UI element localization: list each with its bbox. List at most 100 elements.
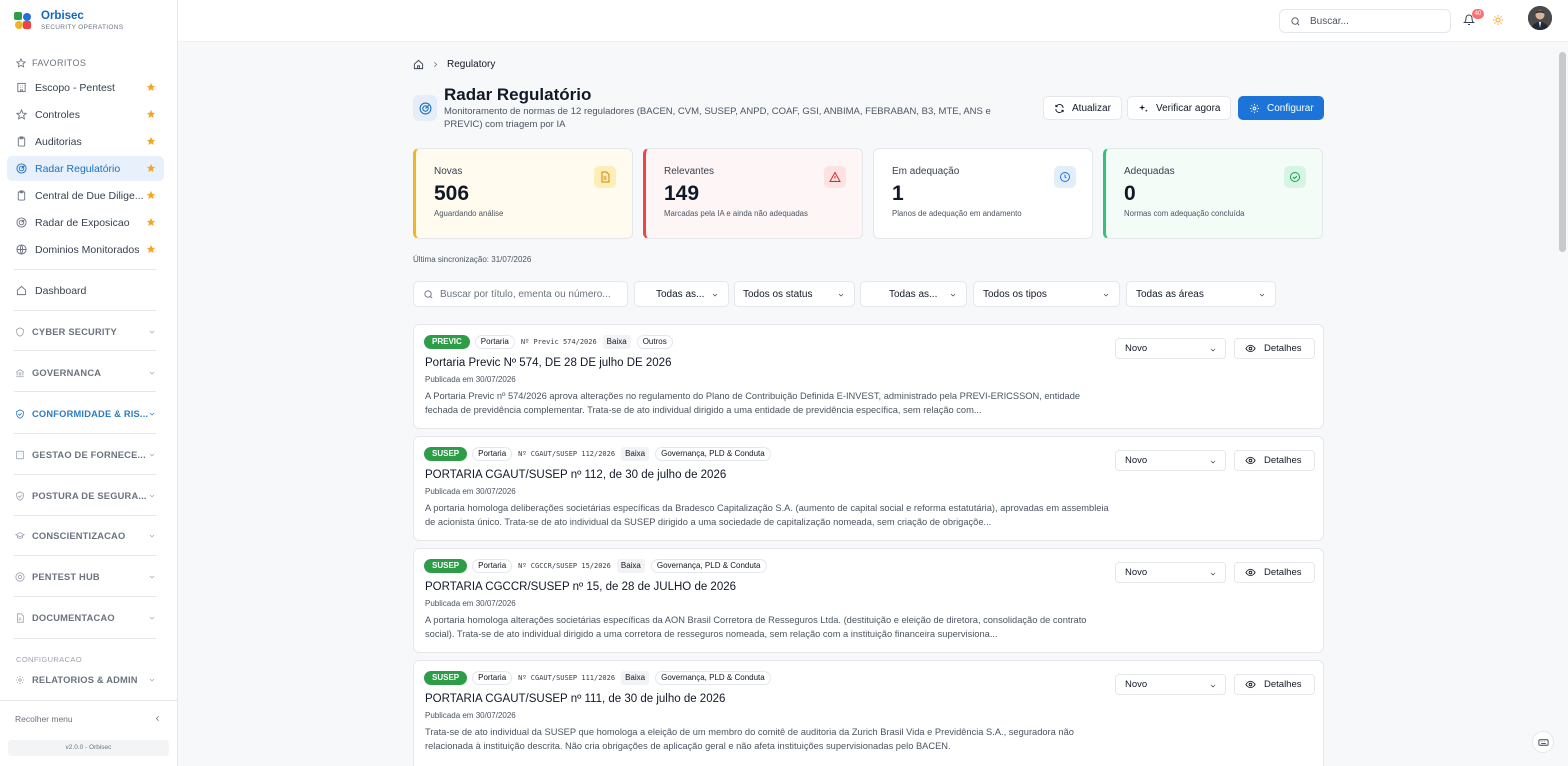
details-button[interactable]: Detalhes — [1234, 562, 1315, 583]
filter-search-placeholder: Buscar por título, ementa ou número... — [440, 288, 611, 300]
nav-group-governanca[interactable]: GOVERNANCA — [9, 361, 159, 385]
item-tags: SUSEP Portaria Nº CGAUT/SUSEP 112/2026 B… — [424, 447, 777, 461]
stat-card-relevantes[interactable]: Relevantes 149 Marcadas pela IA e ainda … — [643, 148, 863, 239]
refresh-button[interactable]: Atualizar — [1043, 96, 1122, 120]
chevron-down-icon — [1210, 348, 1216, 352]
filter-search-input[interactable]: Buscar por título, ementa ou número... — [413, 281, 628, 307]
type-filter-select[interactable]: Todos os tipos — [973, 281, 1120, 307]
item-title[interactable]: PORTARIA CGCCR/SUSEP nº 15, de 28 de JUL… — [425, 581, 736, 593]
sidebar-item-radar-regulatorio[interactable]: Radar Regulatório — [7, 156, 164, 181]
status-select[interactable]: Novo — [1115, 562, 1226, 583]
sidebar-divider — [14, 474, 156, 475]
eye-icon — [1245, 567, 1256, 578]
details-button[interactable]: Detalhes — [1234, 674, 1315, 695]
regulation-item[interactable]: SUSEP Portaria Nº CGAUT/SUSEP 112/2026 B… — [413, 436, 1324, 541]
keyboard-icon — [1537, 738, 1549, 746]
verify-now-button[interactable]: Verificar agora — [1127, 96, 1232, 120]
regulation-item[interactable]: SUSEP Portaria Nº CGAUT/SUSEP 111/2026 B… — [413, 660, 1324, 766]
nav-group-pentest-hub[interactable]: PENTEST HUB — [9, 565, 159, 589]
sidebar-item-central-due-diligence[interactable]: Central de Due Dilige... — [7, 183, 164, 208]
select-value: Novo — [1125, 567, 1148, 578]
relevance-filter-select[interactable]: Todas as... — [860, 281, 967, 307]
star-filled-icon[interactable] — [146, 217, 156, 227]
configure-button[interactable]: Configurar — [1238, 96, 1324, 120]
global-search-input[interactable]: Buscar... — [1279, 9, 1451, 33]
item-description: A Portaria Previc nº 574/2026 aprova alt… — [425, 391, 1081, 415]
status-select[interactable]: Novo — [1115, 338, 1226, 359]
nav-group-label: GESTAO DE FORNECE... — [32, 450, 146, 460]
favorites-label: FAVORITOS — [16, 58, 86, 68]
chevron-left-icon — [155, 715, 159, 722]
details-button[interactable]: Detalhes — [1234, 450, 1315, 471]
nav-group-conscientizacao[interactable]: CONSCIENTIZACAO — [9, 524, 159, 548]
star-outline-icon — [16, 58, 26, 68]
chat-widget-button[interactable] — [1532, 731, 1554, 753]
sidebar-divider — [14, 515, 156, 516]
stat-card-novas[interactable]: Novas 506 Aguardando análise — [413, 148, 633, 239]
chevron-down-icon — [950, 293, 956, 297]
page-scrollbar[interactable] — [1559, 52, 1566, 252]
nav-group-postura-seguranca[interactable]: POSTURA DE SEGURA... — [9, 484, 159, 508]
stat-card-adequadas[interactable]: Adequadas 0 Normas com adequação concluí… — [1103, 148, 1323, 239]
clock-icon — [1054, 166, 1076, 188]
brand[interactable]: Orbisec SECURITY OPERATIONS — [14, 10, 123, 32]
check-circle-icon — [1284, 166, 1306, 188]
star-filled-icon[interactable] — [146, 244, 156, 254]
item-title[interactable]: PORTARIA CGAUT/SUSEP nº 111, de 30 de ju… — [425, 693, 725, 705]
details-label: Detalhes — [1264, 567, 1302, 578]
regulator-badge: SUSEP — [424, 447, 468, 461]
sidebar-item-auditorias[interactable]: Auditorias — [7, 129, 164, 154]
home-icon[interactable] — [413, 59, 424, 70]
details-button[interactable]: Detalhes — [1234, 338, 1315, 359]
select-value: Todas as... — [889, 288, 938, 300]
nav-group-relatorios-admin[interactable]: RELATORIOS & ADMIN — [9, 668, 159, 692]
item-date: Publicada em 30/07/2026 — [425, 599, 516, 608]
sidebar-item-label: Radar de Exposicao — [35, 216, 130, 229]
avatar[interactable] — [1528, 6, 1552, 30]
collapse-menu-button[interactable]: Recolher menu — [15, 714, 162, 724]
details-label: Detalhes — [1264, 343, 1302, 354]
status-select[interactable]: Novo — [1115, 450, 1226, 471]
sparkles-icon — [1138, 103, 1149, 114]
sidebar-divider — [14, 269, 156, 270]
regulation-item[interactable]: PREVIC Portaria Nº Previc 574/2026 Baixa… — [413, 324, 1324, 429]
sidebar-item-dashboard[interactable]: Dashboard — [7, 278, 164, 303]
area-filter-select[interactable]: Todas as áreas — [1126, 281, 1276, 307]
regulator-badge: PREVIC — [424, 335, 470, 349]
nav-group-cyber-security[interactable]: CYBER SECURITY — [9, 320, 159, 344]
star-filled-icon[interactable] — [146, 190, 156, 200]
sidebar-item-escopo-pentest[interactable]: Escopo - Pentest — [7, 75, 164, 100]
status-filter-select[interactable]: Todos os status — [734, 281, 855, 307]
eye-icon — [1245, 343, 1256, 354]
nav-group-conformidade[interactable]: CONFORMIDADE & RIS... — [9, 402, 159, 426]
select-value: Novo — [1125, 679, 1148, 690]
chevron-down-icon — [149, 371, 155, 375]
nav-group-documentacao[interactable]: DOCUMENTACAO — [9, 606, 159, 630]
sidebar-item-radar-exposicao[interactable]: Radar de Exposicao — [7, 210, 164, 235]
sidebar-item-label: Escopo - Pentest — [35, 81, 115, 94]
stat-card-em-adequacao[interactable]: Em adequação 1 Planos de adequação em an… — [873, 148, 1093, 239]
type-tag: Portaria — [472, 447, 513, 461]
nav-group-gestao-fornecedores[interactable]: GESTAO DE FORNECE... — [9, 443, 159, 467]
status-select[interactable]: Novo — [1115, 674, 1226, 695]
stat-sub: Aguardando análise — [434, 209, 504, 218]
star-filled-icon[interactable] — [146, 163, 156, 173]
sidebar-item-label: Central de Due Dilige... — [35, 189, 144, 202]
sun-icon[interactable] — [1492, 14, 1504, 26]
regulator-filter-select[interactable]: Todas as... — [634, 281, 729, 307]
chevron-down-icon — [712, 293, 718, 297]
star-filled-icon[interactable] — [146, 82, 156, 92]
select-value: Todos os status — [743, 288, 813, 300]
item-date: Publicada em 30/07/2026 — [425, 375, 516, 384]
clipboard-icon — [15, 190, 27, 202]
gear-icon — [15, 675, 26, 686]
sidebar-item-dominios-monitorados[interactable]: Dominios Monitorados — [7, 237, 164, 262]
sidebar-divider — [14, 433, 156, 434]
star-filled-icon[interactable] — [146, 109, 156, 119]
chevron-down-icon — [838, 293, 844, 297]
star-filled-icon[interactable] — [146, 136, 156, 146]
regulation-item[interactable]: SUSEP Portaria Nº CGCCR/SUSEP 15/2026 Ba… — [413, 548, 1324, 653]
item-title[interactable]: Portaria Previc Nº 574, DE 28 DE julho D… — [425, 357, 671, 369]
sidebar-item-controles[interactable]: Controles — [7, 102, 164, 127]
item-title[interactable]: PORTARIA CGAUT/SUSEP nº 112, de 30 de ju… — [425, 469, 726, 481]
